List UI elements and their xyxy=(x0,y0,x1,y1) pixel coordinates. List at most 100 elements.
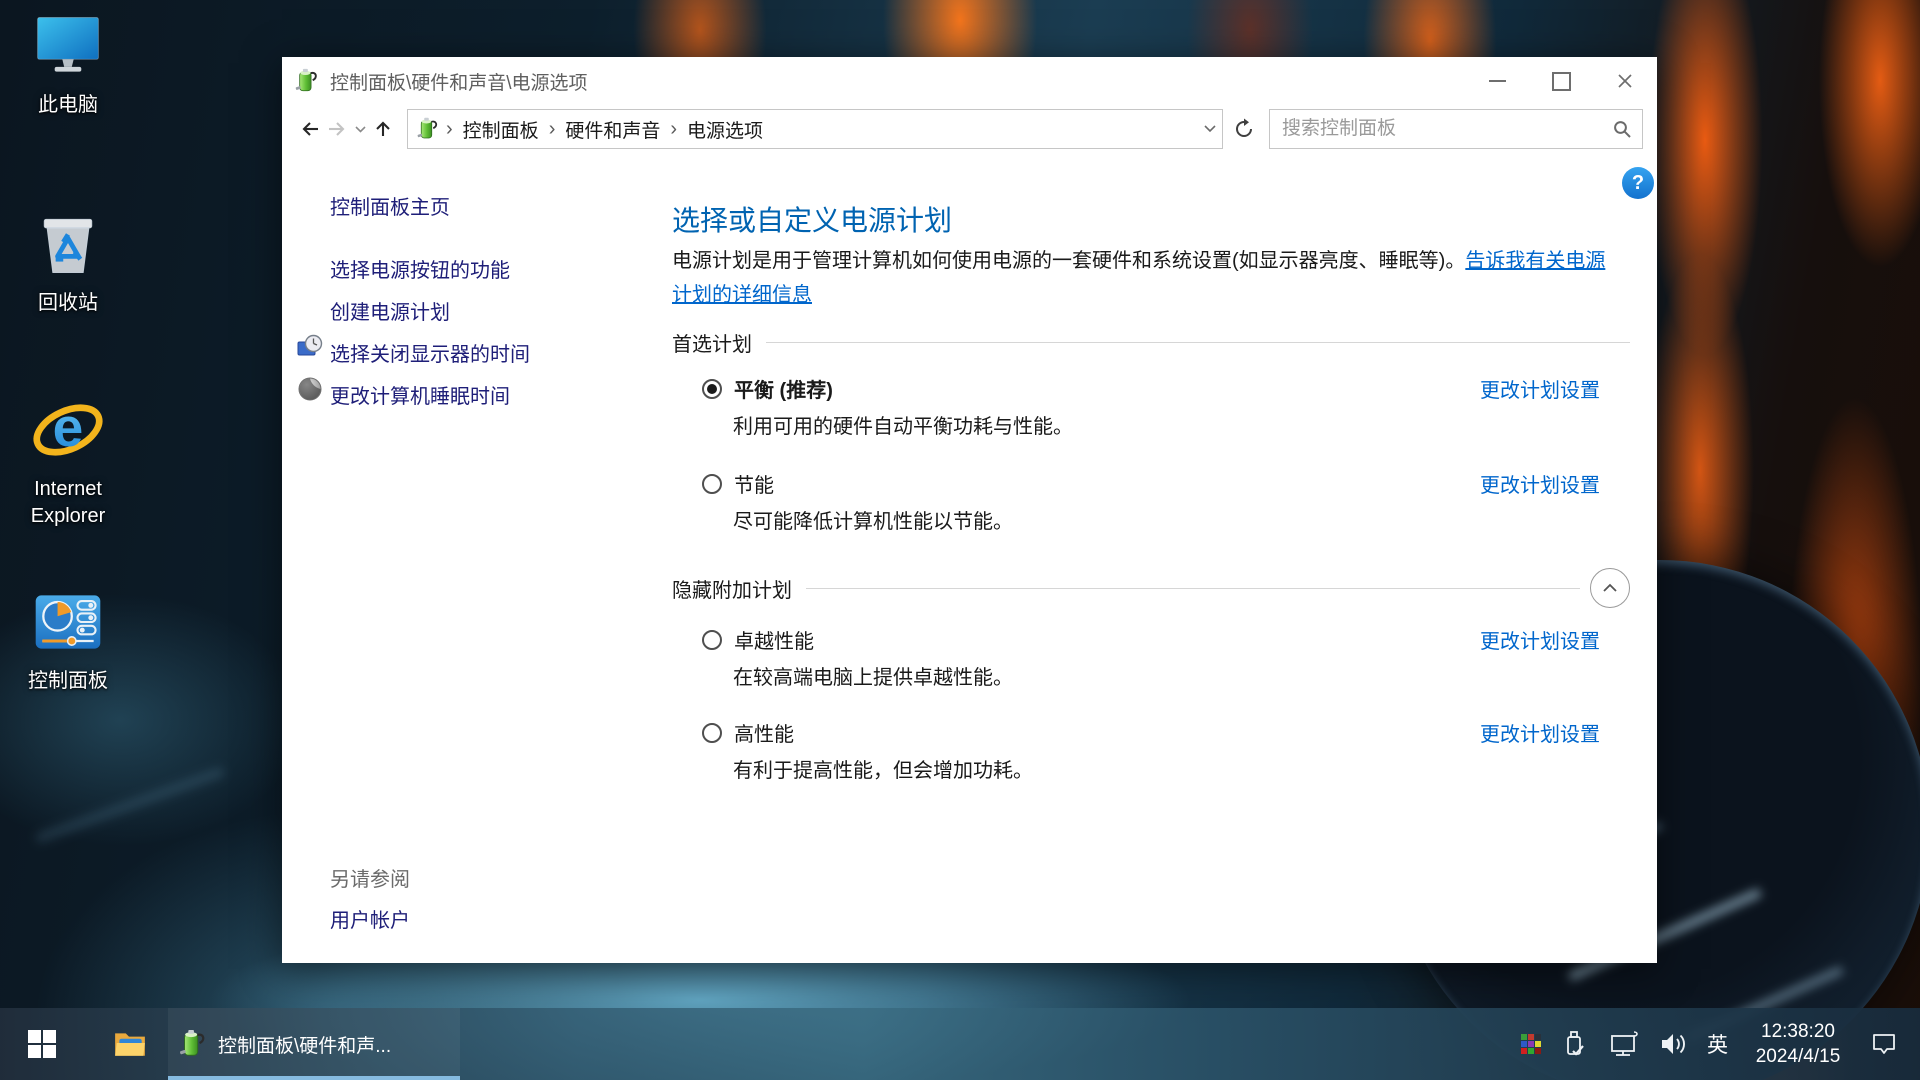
plan-description: 在较高端电脑上提供卓越性能。 xyxy=(733,661,1630,690)
see-also-header: 另请参阅 xyxy=(330,863,410,892)
window-content: 控制面板主页 选择电源按钮的功能 创建电源计划 选择关闭显示器的时间 更改计算机… xyxy=(282,153,1657,963)
taskbar: 控制面板\硬件和声... xyxy=(0,1008,1920,1080)
change-plan-settings-link[interactable]: 更改计划设置 xyxy=(1480,718,1600,747)
section-rule xyxy=(806,588,1580,589)
recycle-bin-icon xyxy=(30,206,106,282)
help-button[interactable]: ? xyxy=(1622,167,1654,199)
start-button[interactable] xyxy=(0,1008,84,1080)
power-options-icon xyxy=(416,117,440,141)
taskbar-clock[interactable]: 12:38:20 2024/4/15 xyxy=(1746,1019,1850,1069)
plan-label-high-performance[interactable]: 高性能 xyxy=(734,718,794,747)
section-title: 首选计划 xyxy=(672,328,752,357)
refresh-icon xyxy=(1233,118,1255,140)
radio-ultimate[interactable] xyxy=(702,630,722,650)
desktop-icon-this-pc[interactable]: 此电脑 xyxy=(10,8,126,119)
plan-description: 利用可用的硬件自动平衡功耗与性能。 xyxy=(733,410,1630,439)
active-task-indicator xyxy=(168,1076,460,1080)
collapse-section-button[interactable] xyxy=(1590,568,1630,608)
usb-device-icon xyxy=(1559,1028,1589,1060)
radio-power-saver[interactable] xyxy=(702,474,722,494)
safely-remove-hardware-button[interactable] xyxy=(1559,1028,1589,1060)
power-plan-balanced: 平衡 (推荐) 利用可用的硬件自动平衡功耗与性能。 更改计划设置 xyxy=(672,374,1630,439)
internet-explorer-icon xyxy=(30,392,106,468)
plan-label-ultimate[interactable]: 卓越性能 xyxy=(734,625,814,654)
change-plan-settings-link[interactable]: 更改计划设置 xyxy=(1480,374,1600,403)
forward-button[interactable] xyxy=(324,119,352,139)
close-button[interactable] xyxy=(1593,57,1657,105)
chevron-down-icon xyxy=(355,126,366,133)
speaker-icon xyxy=(1657,1029,1689,1059)
search-icon[interactable] xyxy=(1612,119,1632,139)
file-explorer-button[interactable] xyxy=(88,1008,172,1080)
plan-description: 尽可能降低计算机性能以节能。 xyxy=(733,505,1630,534)
power-plan-ultimate: 卓越性能 在较高端电脑上提供卓越性能。 更改计划设置 xyxy=(672,625,1630,690)
refresh-button[interactable] xyxy=(1231,118,1257,140)
sidebar-item-create-plan[interactable]: 创建电源计划 xyxy=(330,296,450,325)
action-center-icon xyxy=(1868,1029,1900,1059)
window-titlebar[interactable]: 控制面板\硬件和声音\电源选项 xyxy=(282,57,1657,105)
search-box[interactable] xyxy=(1269,109,1643,149)
plan-label-power-saver[interactable]: 节能 xyxy=(734,469,774,498)
power-plan-power-saver: 节能 尽可能降低计算机性能以节能。 更改计划设置 xyxy=(672,469,1630,534)
intro-sentence: 电源计划是用于管理计算机如何使用电源的一套硬件和系统设置(如显示器亮度、睡眠等)… xyxy=(672,250,1465,272)
desktop-icon-control-panel[interactable]: 控制面板 xyxy=(10,584,126,695)
window-title: 控制面板\硬件和声音\电源选项 xyxy=(330,68,588,95)
desktop-icon-label: Internet Explorer xyxy=(10,476,126,530)
color-grid-icon xyxy=(1521,1034,1541,1054)
recent-pages-button[interactable] xyxy=(351,126,369,133)
desktop-icon-internet-explorer[interactable]: Internet Explorer xyxy=(10,392,126,530)
sleep-moon-icon xyxy=(296,375,324,403)
back-button[interactable] xyxy=(296,119,324,139)
this-pc-icon xyxy=(30,8,106,84)
sidebar-item-sleep-time[interactable]: 更改计算机睡眠时间 xyxy=(330,380,510,409)
explorer-toolbar: › 控制面板 › 硬件和声音 › 电源选项 xyxy=(282,105,1657,153)
action-center-button[interactable] xyxy=(1868,1029,1900,1059)
intro-text: 电源计划是用于管理计算机如何使用电源的一套硬件和系统设置(如显示器亮度、睡眠等)… xyxy=(672,244,1612,312)
plan-description: 有利于提高性能，但会增加功耗。 xyxy=(733,754,1630,783)
address-bar[interactable]: › 控制面板 › 硬件和声音 › 电源选项 xyxy=(407,109,1223,149)
task-label: 控制面板\硬件和声... xyxy=(218,1031,391,1058)
tray-app-color-grid-icon[interactable] xyxy=(1521,1034,1541,1054)
clock-time: 12:38:20 xyxy=(1746,1019,1850,1044)
desktop-icon-recycle-bin[interactable]: 回收站 xyxy=(10,206,126,317)
radio-high-performance[interactable] xyxy=(702,723,722,743)
breadcrumb-separator: › xyxy=(440,118,459,141)
clock-date: 2024/4/15 xyxy=(1746,1044,1850,1069)
desktop: 此电脑 回收站 Internet Explorer 控制面板 控制面板\硬件和声… xyxy=(0,0,1920,1080)
language-indicator[interactable]: 英 xyxy=(1707,1029,1728,1059)
sidebar-item-display-off-time[interactable]: 选择关闭显示器的时间 xyxy=(330,338,530,367)
windows-logo-icon xyxy=(28,1030,56,1058)
network-button[interactable] xyxy=(1607,1029,1639,1059)
desktop-icon-label: 此电脑 xyxy=(10,92,126,119)
volume-button[interactable] xyxy=(1657,1029,1689,1059)
file-explorer-icon xyxy=(113,1029,147,1059)
up-icon xyxy=(373,119,393,139)
breadcrumb-power-options[interactable]: 电源选项 xyxy=(683,116,767,143)
address-dropdown-icon[interactable] xyxy=(1204,125,1216,133)
maximize-button[interactable] xyxy=(1529,57,1593,105)
section-preferred-plans: 首选计划 xyxy=(672,328,1630,357)
sidebar-item-power-buttons[interactable]: 选择电源按钮的功能 xyxy=(330,254,510,283)
power-plan-high-performance: 高性能 有利于提高性能，但会增加功耗。 更改计划设置 xyxy=(672,718,1630,783)
window-caption-buttons xyxy=(1465,57,1657,105)
breadcrumb-separator: › xyxy=(543,118,562,141)
sidebar-item-user-accounts[interactable]: 用户帐户 xyxy=(330,904,410,933)
forward-icon xyxy=(326,119,348,139)
change-plan-settings-link[interactable]: 更改计划设置 xyxy=(1480,625,1600,654)
taskbar-task-control-panel[interactable]: 控制面板\硬件和声... xyxy=(168,1008,460,1080)
minimize-button[interactable] xyxy=(1465,57,1529,105)
maximize-icon xyxy=(1552,72,1571,91)
plan-label-balanced[interactable]: 平衡 (推荐) xyxy=(734,374,833,403)
change-plan-settings-link[interactable]: 更改计划设置 xyxy=(1480,469,1600,498)
breadcrumb-control-panel[interactable]: 控制面板 xyxy=(459,116,543,143)
radio-balanced[interactable] xyxy=(702,379,722,399)
sidebar-item-home[interactable]: 控制面板主页 xyxy=(330,191,450,220)
breadcrumb-hardware-sound[interactable]: 硬件和声音 xyxy=(561,116,664,143)
search-input[interactable] xyxy=(1280,117,1612,141)
section-title: 隐藏附加计划 xyxy=(672,574,792,603)
system-tray: 英 12:38:20 2024/4/15 xyxy=(1521,1008,1920,1080)
section-rule xyxy=(766,342,1630,343)
network-ethernet-icon xyxy=(1607,1029,1639,1059)
up-button[interactable] xyxy=(369,119,397,139)
back-icon xyxy=(299,119,321,139)
